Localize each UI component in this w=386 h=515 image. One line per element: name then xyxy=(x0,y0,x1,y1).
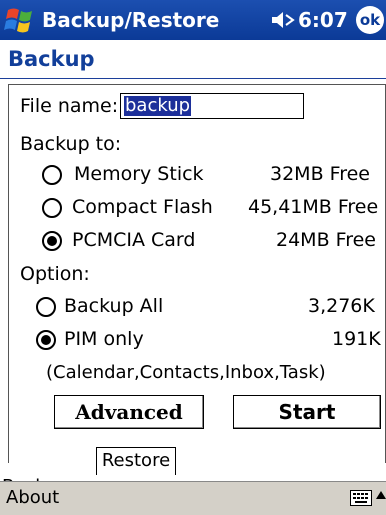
app-title: Backup/Restore xyxy=(42,8,220,32)
page-title: Backup xyxy=(8,47,95,71)
pcmcia-card-free: 24MB Free xyxy=(276,229,376,251)
memory-stick-radio[interactable] xyxy=(42,165,62,185)
file-name-input[interactable]: backup xyxy=(120,93,304,119)
pim-note: (Calendar,Contacts,Inbox,Task) xyxy=(46,362,326,383)
advanced-button[interactable]: Advanced xyxy=(54,395,204,429)
start-button[interactable]: Start xyxy=(233,395,381,429)
backup-to-label: Backup to: xyxy=(20,133,122,155)
pim-only-radio[interactable] xyxy=(36,330,56,350)
file-name-label: File name: xyxy=(20,95,119,117)
input-menu-arrow-icon[interactable] xyxy=(376,491,386,499)
about-menu[interactable]: About xyxy=(6,487,59,508)
clock[interactable]: 6:07 xyxy=(298,8,348,32)
option-label: Option: xyxy=(20,263,90,285)
speaker-icon[interactable] xyxy=(270,10,296,30)
pim-only-size: 191K xyxy=(332,328,381,350)
compact-flash-label: Compact Flash xyxy=(72,196,213,218)
command-bar: About xyxy=(0,481,386,515)
backup-all-radio[interactable] xyxy=(36,297,56,317)
backup-all-label: Backup All xyxy=(64,295,164,317)
pcmcia-card-radio[interactable] xyxy=(42,231,62,251)
compact-flash-radio[interactable] xyxy=(42,198,62,218)
pim-only-label: PIM only xyxy=(64,328,144,350)
windows-start-icon[interactable] xyxy=(4,4,38,36)
compact-flash-free: 45,41MB Free xyxy=(248,196,379,218)
memory-stick-label: Memory Stick xyxy=(74,163,204,185)
file-name-value: backup xyxy=(124,95,192,116)
memory-stick-free: 32MB Free xyxy=(270,163,370,185)
pcmcia-card-label: PCMCIA Card xyxy=(72,229,196,251)
tab-restore[interactable]: Restore xyxy=(96,447,176,475)
keyboard-icon[interactable] xyxy=(350,490,372,506)
backup-all-size: 3,276K xyxy=(308,295,375,317)
title-bar: Backup/Restore 6:07 ok xyxy=(0,0,386,40)
ok-button[interactable]: ok xyxy=(356,6,384,34)
page-heading: Backup xyxy=(0,40,386,79)
